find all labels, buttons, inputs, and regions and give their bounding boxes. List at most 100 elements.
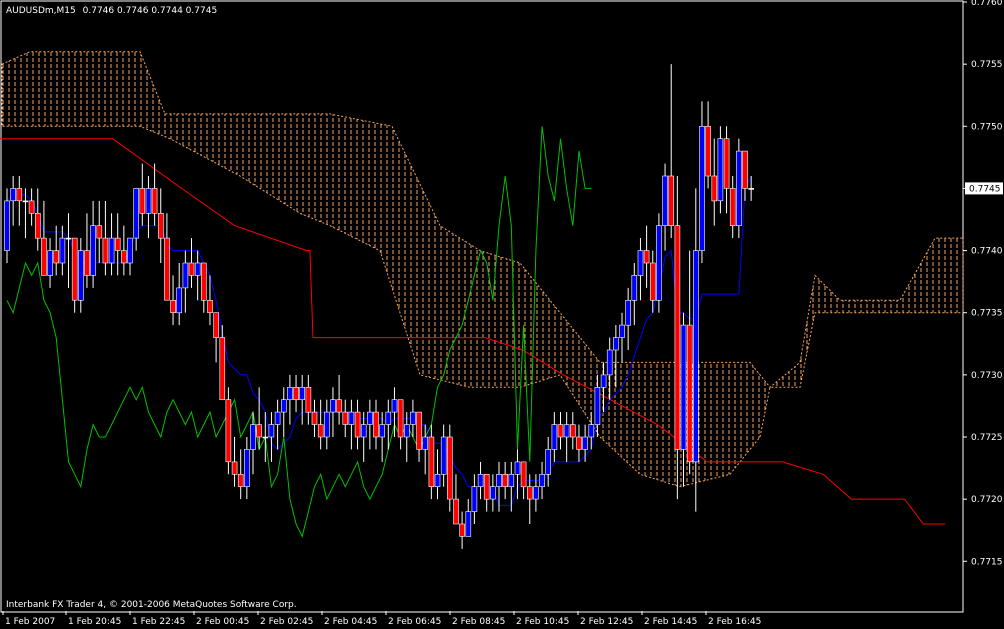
- candle: [133, 188, 139, 251]
- candle-body: [649, 262, 656, 301]
- candle-body: [379, 424, 386, 438]
- candle: [96, 200, 103, 263]
- candle-body: [551, 424, 558, 450]
- x-tick-label: 2 Feb 16:45: [708, 617, 761, 627]
- candle-body: [274, 411, 281, 425]
- candle-body: [34, 213, 41, 239]
- candle-body: [330, 399, 336, 413]
- candle: [47, 238, 53, 288]
- candle: [225, 387, 232, 475]
- candle-body: [182, 262, 189, 289]
- candle-body: [170, 299, 176, 313]
- candle-body: [422, 436, 429, 450]
- candle-body: [78, 250, 84, 301]
- candle: [563, 412, 570, 462]
- candle-body: [403, 424, 410, 438]
- candle-body: [699, 126, 705, 251]
- candle-body: [96, 225, 103, 239]
- candle: [711, 138, 718, 226]
- candle: [65, 213, 72, 288]
- candle-body: [127, 237, 133, 264]
- candle-body: [65, 237, 72, 240]
- candle-body: [742, 150, 748, 189]
- candle: [158, 188, 164, 263]
- candle-body: [477, 473, 484, 487]
- y-tick-label: 0.7750: [971, 122, 1003, 132]
- candle: [496, 461, 502, 512]
- candle: [139, 163, 146, 226]
- candle-body: [723, 138, 730, 189]
- candle-body: [311, 411, 318, 425]
- x-tick-label: 1 Feb 20:45: [68, 617, 121, 627]
- current-price-label: 0.7745: [969, 184, 1001, 194]
- candle-body: [717, 138, 724, 202]
- candle: [10, 176, 16, 226]
- candle: [397, 399, 404, 450]
- candle-body: [631, 275, 638, 301]
- candle-body: [711, 175, 718, 202]
- candle: [686, 250, 693, 475]
- candle-body: [453, 498, 459, 525]
- candle-body: [194, 262, 201, 276]
- candle-body: [90, 225, 96, 276]
- candle-body: [16, 188, 23, 202]
- candle-body: [569, 424, 576, 438]
- candle-body: [41, 237, 47, 276]
- candle: [723, 126, 730, 214]
- candle: [742, 150, 748, 201]
- candle: [416, 411, 422, 462]
- candle: [336, 374, 342, 425]
- candle: [428, 424, 435, 500]
- candle: [539, 461, 545, 500]
- candle-body: [225, 399, 232, 463]
- candle-body: [176, 287, 182, 314]
- candle: [305, 374, 312, 425]
- candle-body: [471, 486, 478, 512]
- candle-body: [10, 188, 16, 202]
- candle-body: [508, 473, 515, 487]
- candle: [471, 474, 478, 524]
- candle-body: [360, 424, 367, 438]
- candle: [545, 437, 552, 487]
- candle: [219, 325, 226, 401]
- candle-body: [637, 250, 644, 276]
- candle-body: [280, 399, 287, 413]
- candle-body: [520, 461, 527, 488]
- candle-body: [53, 250, 60, 264]
- candle-body: [59, 237, 66, 264]
- candle: [508, 461, 515, 512]
- candle-body: [84, 250, 90, 276]
- candle-body: [502, 473, 509, 487]
- candle: [656, 213, 662, 313]
- candle-body: [244, 449, 250, 487]
- candle: [201, 262, 207, 313]
- candle: [465, 499, 472, 537]
- x-tick-label: 2 Feb 08:45: [452, 617, 505, 627]
- candle: [311, 399, 318, 437]
- candle-body: [643, 250, 650, 264]
- x-tick-label: 2 Feb 14:45: [644, 617, 697, 627]
- candle-body: [729, 188, 736, 226]
- candle: [244, 437, 250, 500]
- x-tick-label: 2 Feb 04:45: [324, 617, 377, 627]
- candle: [373, 399, 379, 450]
- candle-body: [4, 200, 10, 251]
- candle-body: [385, 411, 392, 425]
- candle-body: [606, 349, 613, 376]
- candle-body: [262, 436, 269, 439]
- candle: [90, 200, 96, 288]
- candle: [576, 424, 582, 462]
- candle-body: [625, 299, 632, 326]
- candle-body: [121, 250, 127, 264]
- y-tick-label: 0.7735: [971, 309, 1003, 319]
- y-tick-label: 0.7740: [971, 247, 1003, 257]
- candle-body: [133, 188, 139, 239]
- candle: [705, 101, 711, 189]
- chart-canvas: 0.7760 0.7755 0.7750 0.7745 0.7740 0.7735 0.77…: [0, 0, 1003, 627]
- candle: [188, 238, 195, 288]
- candle-body: [391, 399, 398, 413]
- candle-body: [47, 250, 53, 276]
- candle: [114, 213, 121, 276]
- candle: [434, 449, 441, 500]
- candle: [71, 237, 78, 313]
